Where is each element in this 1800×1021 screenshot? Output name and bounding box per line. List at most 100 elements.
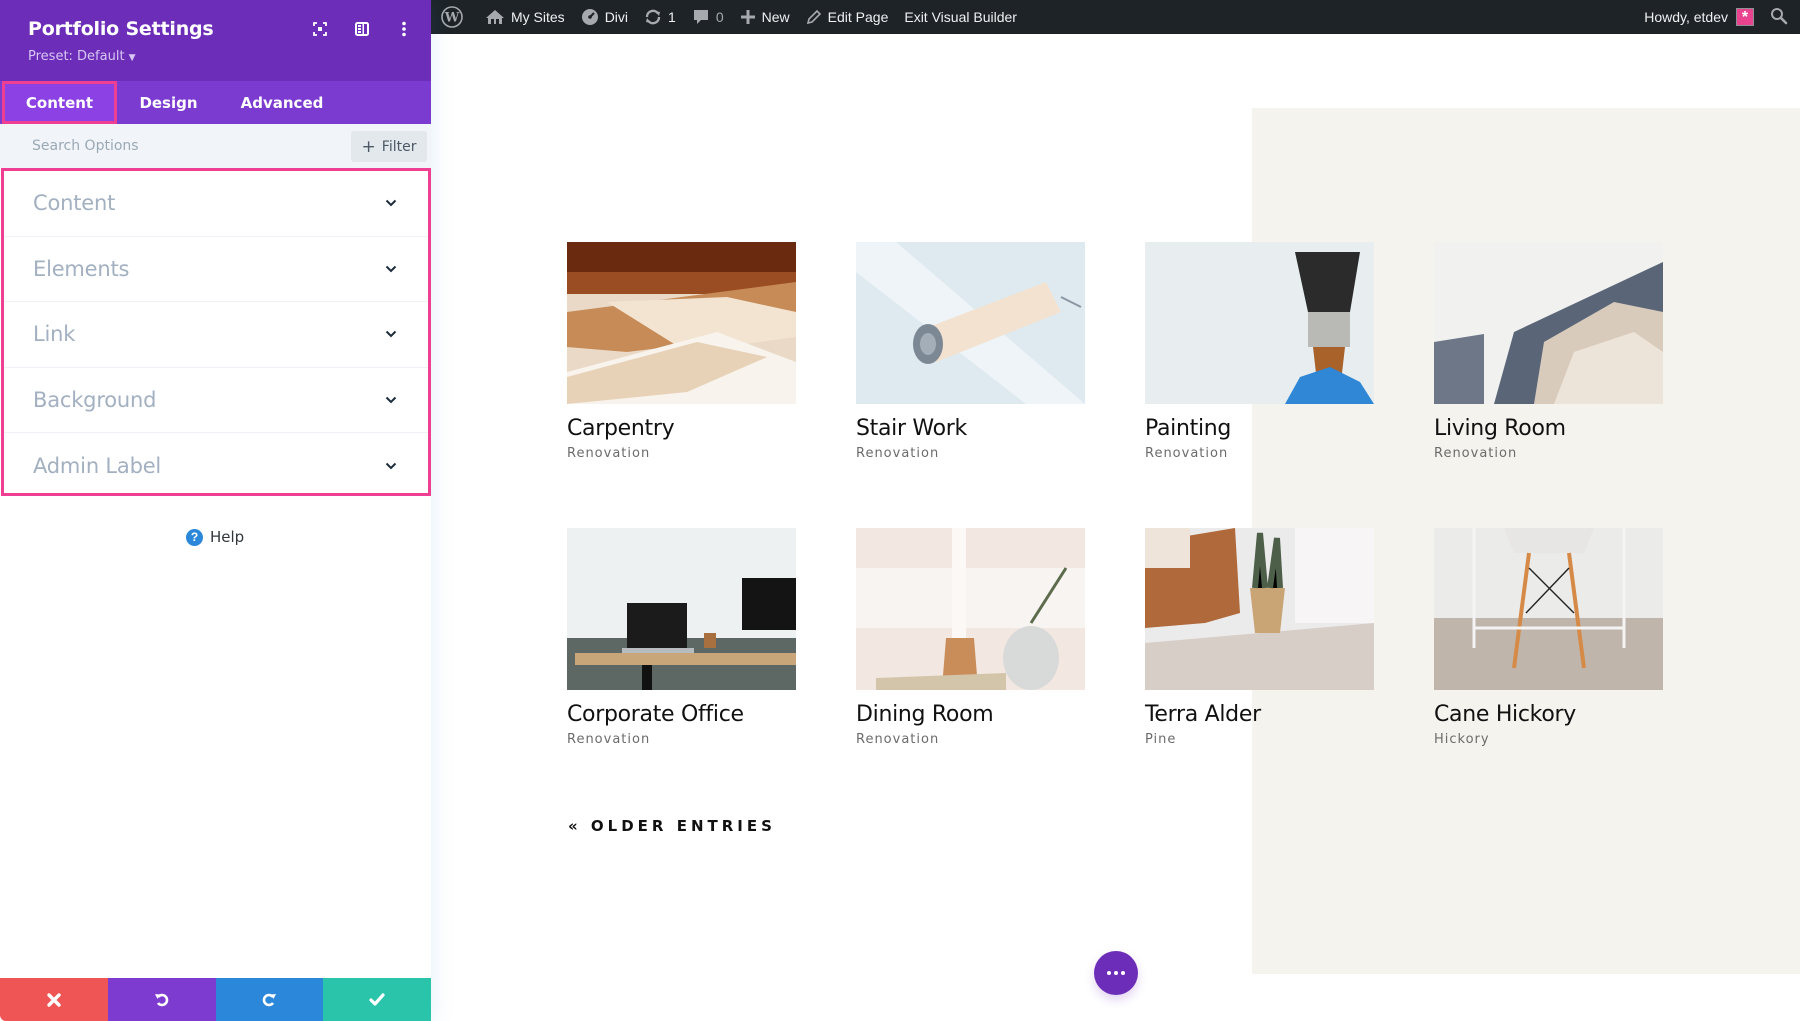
my-sites-label: My Sites — [511, 9, 565, 25]
portfolio-category[interactable]: Renovation — [856, 446, 1085, 461]
toggle-label: Elements — [33, 256, 130, 281]
toggle-background[interactable]: Background — [4, 368, 428, 434]
portfolio-item: Cane Hickory Hickory — [1434, 528, 1663, 747]
portfolio-thumbnail[interactable] — [856, 528, 1085, 690]
kebab-menu-icon — [402, 21, 406, 37]
fullscreen-button[interactable] — [311, 20, 329, 38]
portfolio-title[interactable]: Corporate Office — [567, 701, 796, 729]
tab-advanced[interactable]: Advanced — [220, 81, 344, 124]
exit-visual-builder-link[interactable]: Exit Visual Builder — [896, 0, 1025, 34]
comments-count: 0 — [715, 9, 724, 25]
portfolio-title[interactable]: Living Room — [1434, 415, 1663, 443]
new-label: New — [761, 9, 790, 25]
toggle-admin-label[interactable]: Admin Label — [4, 433, 428, 499]
tab-content[interactable]: Content — [2, 81, 117, 124]
edit-page-link[interactable]: Edit Page — [798, 0, 897, 34]
pencil-icon — [806, 9, 822, 25]
portfolio-title[interactable]: Terra Alder — [1145, 701, 1374, 729]
portfolio-category[interactable]: Hickory — [1434, 732, 1663, 747]
portfolio-item: Stair Work Renovation — [856, 242, 1085, 461]
my-sites-menu[interactable]: My Sites — [477, 0, 573, 34]
toggle-label: Link — [33, 322, 76, 347]
chevron-down-icon — [384, 196, 398, 210]
divi-menu[interactable]: Divi — [573, 0, 636, 34]
sidebar-layout-icon — [355, 22, 369, 36]
undo-icon — [154, 993, 168, 1006]
save-button[interactable] — [323, 978, 431, 1021]
new-content-menu[interactable]: New — [732, 0, 798, 34]
carpentry-image — [567, 242, 796, 404]
portfolio-category[interactable]: Renovation — [856, 732, 1085, 747]
filter-label: Filter — [381, 138, 417, 155]
account-menu[interactable]: Howdy, etdev * — [1636, 0, 1762, 34]
wordpress-icon: W — [441, 6, 463, 28]
living-room-image — [1434, 242, 1663, 404]
howdy-label: Howdy, etdev — [1644, 9, 1728, 25]
comment-bubble-icon — [692, 8, 710, 26]
portfolio-item: Carpentry Renovation — [567, 242, 796, 461]
portfolio-thumbnail[interactable] — [567, 242, 796, 404]
panel-header: Portfolio Settings Preset: Default ▼ — [0, 0, 431, 81]
dining-room-image — [856, 528, 1085, 690]
portfolio-settings-panel: Portfolio Settings Preset: Default ▼ Cont… — [0, 0, 431, 1021]
filter-button[interactable]: + Filter — [351, 131, 427, 162]
paint-roller-image — [856, 242, 1085, 404]
ellipsis-icon — [1114, 971, 1118, 975]
portfolio-title[interactable]: Dining Room — [856, 701, 1085, 729]
option-groups: Content Elements Link Background Admin L… — [1, 168, 431, 496]
toggle-label: Admin Label — [33, 454, 162, 479]
panel-action-bar — [0, 978, 431, 1021]
portfolio-thumbnail[interactable] — [1145, 528, 1374, 690]
panel-title: Portfolio Settings — [28, 18, 214, 40]
comments-button[interactable]: 0 — [684, 0, 732, 34]
redo-button[interactable] — [215, 978, 324, 1021]
expand-icon — [313, 22, 327, 36]
wordpress-logo-button[interactable]: W — [431, 0, 477, 34]
portfolio-category[interactable]: Pine — [1145, 732, 1374, 747]
page-settings-menu-button[interactable] — [1094, 951, 1138, 995]
portfolio-title[interactable]: Cane Hickory — [1434, 701, 1663, 729]
search-options-row: + Filter — [0, 124, 431, 168]
search-icon — [1770, 7, 1788, 28]
dashboard-gauge-icon — [581, 8, 599, 26]
portfolio-thumbnail[interactable] — [1434, 242, 1663, 404]
portfolio-item: Corporate Office Renovation — [567, 528, 796, 747]
portfolio-title[interactable]: Stair Work — [856, 415, 1085, 443]
portfolio-thumbnail[interactable] — [1145, 242, 1374, 404]
toggle-link[interactable]: Link — [4, 302, 428, 368]
portfolio-thumbnail[interactable] — [856, 242, 1085, 404]
portfolio-category[interactable]: Renovation — [567, 446, 796, 461]
portfolio-thumbnail[interactable] — [1434, 528, 1663, 690]
chevron-down-icon — [384, 262, 398, 276]
updates-count: 1 — [668, 9, 676, 25]
chevron-down-icon — [384, 459, 398, 473]
search-options-input[interactable] — [18, 132, 338, 160]
wp-admin-bar: W My Sites Divi 1 0 New Edit Page Exit V… — [431, 0, 1800, 34]
toggle-content[interactable]: Content — [4, 171, 428, 237]
portfolio-category[interactable]: Renovation — [567, 732, 796, 747]
portfolio-item: Dining Room Renovation — [856, 528, 1085, 747]
split-view-button[interactable] — [353, 20, 371, 38]
portfolio-title[interactable]: Painting — [1145, 415, 1374, 443]
preset-dropdown[interactable]: Preset: Default ▼ — [28, 49, 135, 64]
undo-button[interactable] — [107, 978, 216, 1021]
ellipsis-icon — [1121, 971, 1125, 975]
discard-button[interactable] — [0, 978, 108, 1021]
redo-icon — [263, 993, 277, 1006]
edit-page-label: Edit Page — [827, 9, 889, 25]
tab-design[interactable]: Design — [117, 81, 220, 124]
portfolio-thumbnail[interactable] — [567, 528, 796, 690]
updates-button[interactable]: 1 — [636, 0, 684, 34]
leather-chair-image — [1145, 528, 1374, 690]
toggle-elements[interactable]: Elements — [4, 237, 428, 303]
help-link[interactable]: ? Help — [186, 528, 244, 546]
admin-search-button[interactable] — [1762, 0, 1800, 34]
portfolio-title[interactable]: Carpentry — [567, 415, 796, 443]
help-question-icon: ? — [186, 528, 203, 546]
chevron-down-icon — [384, 393, 398, 407]
portfolio-category[interactable]: Renovation — [1145, 446, 1374, 461]
portfolio-category[interactable]: Renovation — [1434, 446, 1663, 461]
more-options-button[interactable] — [395, 20, 413, 38]
older-entries-link[interactable]: « OLDER ENTRIES — [568, 817, 776, 835]
updates-refresh-icon — [644, 8, 662, 26]
